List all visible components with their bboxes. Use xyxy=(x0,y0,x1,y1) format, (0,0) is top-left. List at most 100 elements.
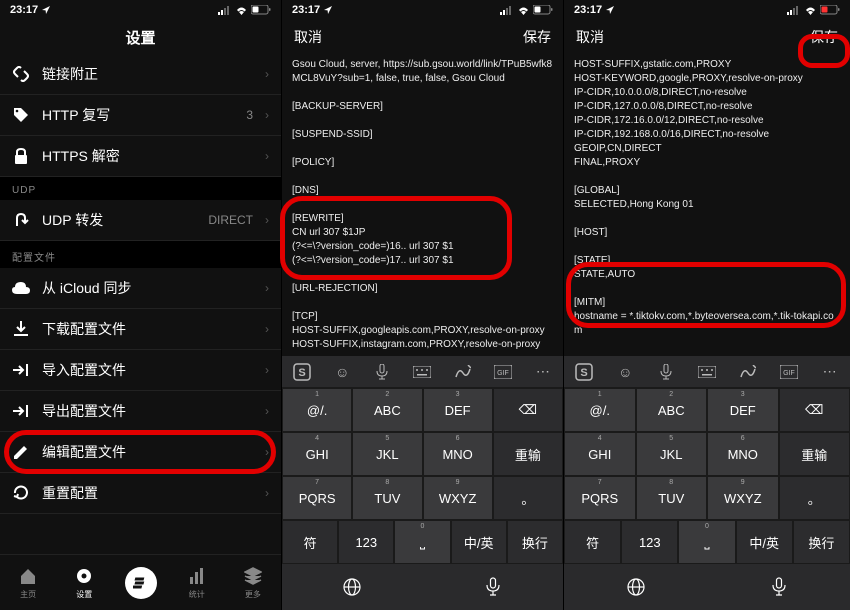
save-button[interactable]: 保存 xyxy=(810,27,838,47)
keyboard-toolbar: S ☺ GIF ⋯ xyxy=(282,356,563,388)
key-[interactable]: 。 xyxy=(779,476,850,520)
row-link-fix[interactable]: 链接附正 › xyxy=(0,54,281,95)
key-[interactable]: 重输 xyxy=(493,432,563,476)
key-[interactable]: 0⎵ xyxy=(678,520,735,564)
key-wxyz[interactable]: 9WXYZ xyxy=(707,476,779,520)
kb-mic-icon[interactable] xyxy=(646,356,687,387)
globe-button[interactable] xyxy=(564,577,707,597)
key-[interactable]: 重输 xyxy=(779,432,850,476)
key-tuv[interactable]: 8TUV xyxy=(636,476,708,520)
row-http-rewrite[interactable]: HTTP 复写 3 › xyxy=(0,95,281,136)
keyboard-row-1: 1@/.2ABC3DEF⌫ xyxy=(282,388,563,432)
key-[interactable]: ⌫ xyxy=(493,388,563,432)
key-123[interactable]: 123 xyxy=(338,520,394,564)
cancel-button[interactable]: 取消 xyxy=(576,27,604,47)
svg-text:S: S xyxy=(298,367,305,379)
key-[interactable]: 符 xyxy=(282,520,338,564)
tab-label: 更多 xyxy=(245,589,261,600)
config-textarea[interactable]: HOST-SUFFIX,gstatic.com,PROXY HOST-KEYWO… xyxy=(564,54,850,354)
kb-sogou-icon[interactable]: S xyxy=(564,356,605,387)
key-abc[interactable]: 2ABC xyxy=(352,388,422,432)
status-bar: 23:17 xyxy=(282,0,563,20)
key-[interactable]: 中/英 xyxy=(736,520,793,564)
cancel-button[interactable]: 取消 xyxy=(294,27,322,47)
key-def[interactable]: 3DEF xyxy=(423,388,493,432)
key-[interactable]: 符 xyxy=(564,520,621,564)
key-jkl[interactable]: 5JKL xyxy=(636,432,708,476)
import-icon xyxy=(12,361,30,379)
key-[interactable]: 1@/. xyxy=(282,388,352,432)
kb-keyboard-icon[interactable] xyxy=(687,356,728,387)
keyboard-row-2: 4GHI5JKL6MNO重输 xyxy=(564,432,850,476)
key-def[interactable]: 3DEF xyxy=(707,388,779,432)
tab-stats[interactable]: 统计 xyxy=(169,555,225,610)
kb-keyboard-icon[interactable] xyxy=(402,356,442,387)
key-ghi[interactable]: 4GHI xyxy=(282,432,352,476)
row-export-config[interactable]: 导出配置文件 › xyxy=(0,391,281,432)
kb-handwrite-icon[interactable] xyxy=(443,356,483,387)
key-tuv[interactable]: 8TUV xyxy=(352,476,422,520)
location-icon xyxy=(42,6,50,14)
key-[interactable]: 1@/. xyxy=(564,388,636,432)
kb-sogou-icon[interactable]: S xyxy=(282,356,322,387)
wifi-icon xyxy=(235,6,248,15)
row-label: UDP 转发 xyxy=(42,210,196,230)
key-pqrs[interactable]: 7PQRS xyxy=(564,476,636,520)
key-123[interactable]: 123 xyxy=(621,520,678,564)
tab-label: 主页 xyxy=(20,589,36,600)
key-ghi[interactable]: 4GHI xyxy=(564,432,636,476)
gear-icon xyxy=(73,565,95,587)
key-[interactable]: 。 xyxy=(493,476,563,520)
kb-more-icon[interactable]: ⋯ xyxy=(809,356,850,387)
wifi-icon xyxy=(517,6,530,15)
row-label: 导入配置文件 xyxy=(42,360,253,380)
key-abc[interactable]: 2ABC xyxy=(636,388,708,432)
tab-more[interactable]: 更多 xyxy=(225,555,281,610)
key-[interactable]: ⌫ xyxy=(779,388,850,432)
chevron-right-icon: › xyxy=(265,213,269,227)
dictate-button[interactable] xyxy=(423,577,564,597)
kb-more-icon[interactable]: ⋯ xyxy=(523,356,563,387)
kb-handwrite-icon[interactable] xyxy=(727,356,768,387)
key-[interactable]: 中/英 xyxy=(451,520,507,564)
key-[interactable]: 换行 xyxy=(507,520,563,564)
chevron-right-icon: › xyxy=(265,281,269,295)
key-[interactable]: 换行 xyxy=(793,520,850,564)
key-wxyz[interactable]: 9WXYZ xyxy=(423,476,493,520)
key-mno[interactable]: 6MNO xyxy=(423,432,493,476)
keyboard-row-3: 7PQRS8TUV9WXYZ。 xyxy=(282,476,563,520)
row-reset-config[interactable]: 重置配置 › xyxy=(0,473,281,514)
save-button[interactable]: 保存 xyxy=(523,27,551,47)
row-value: DIRECT xyxy=(208,213,253,227)
keyboard: S ☺ GIF ⋯ 1@/.2ABC3DEF⌫ 4GHI5JKL6MNO重输 7… xyxy=(564,356,850,610)
row-download-config[interactable]: 下载配置文件 › xyxy=(0,309,281,350)
globe-button[interactable] xyxy=(282,577,423,597)
kb-gif-icon[interactable]: GIF xyxy=(483,356,523,387)
row-edit-config[interactable]: 编辑配置文件 › xyxy=(0,432,281,473)
key-pqrs[interactable]: 7PQRS xyxy=(282,476,352,520)
row-import-config[interactable]: 导入配置文件 › xyxy=(0,350,281,391)
row-icloud-sync[interactable]: 从 iCloud 同步 › xyxy=(0,268,281,309)
row-udp-forward[interactable]: UDP 转发 DIRECT › xyxy=(0,200,281,241)
lock-icon xyxy=(12,147,30,165)
section-config: 配置文件 xyxy=(0,241,281,268)
editor-header: 取消 保存 xyxy=(564,20,850,54)
editor-header: 取消 保存 xyxy=(282,20,563,54)
tab-settings[interactable]: 设置 xyxy=(56,555,112,610)
row-https-decrypt[interactable]: HTTPS 解密 › xyxy=(0,136,281,177)
kb-emoji-icon[interactable]: ☺ xyxy=(322,356,362,387)
tab-home[interactable]: 主页 xyxy=(0,555,56,610)
config-textarea[interactable]: Gsou Cloud, server, https://sub.gsou.wor… xyxy=(282,54,563,354)
kb-gif-icon[interactable]: GIF xyxy=(768,356,809,387)
signal-icon xyxy=(500,6,514,15)
home-icon xyxy=(17,565,39,587)
key-[interactable]: 0⎵ xyxy=(394,520,450,564)
key-mno[interactable]: 6MNO xyxy=(707,432,779,476)
kb-emoji-icon[interactable]: ☺ xyxy=(605,356,646,387)
tab-center[interactable] xyxy=(112,555,168,610)
kb-mic-icon[interactable] xyxy=(362,356,402,387)
key-jkl[interactable]: 5JKL xyxy=(352,432,422,476)
dictate-button[interactable] xyxy=(707,577,850,597)
location-icon xyxy=(324,6,332,14)
keyboard-row-1: 1@/.2ABC3DEF⌫ xyxy=(564,388,850,432)
